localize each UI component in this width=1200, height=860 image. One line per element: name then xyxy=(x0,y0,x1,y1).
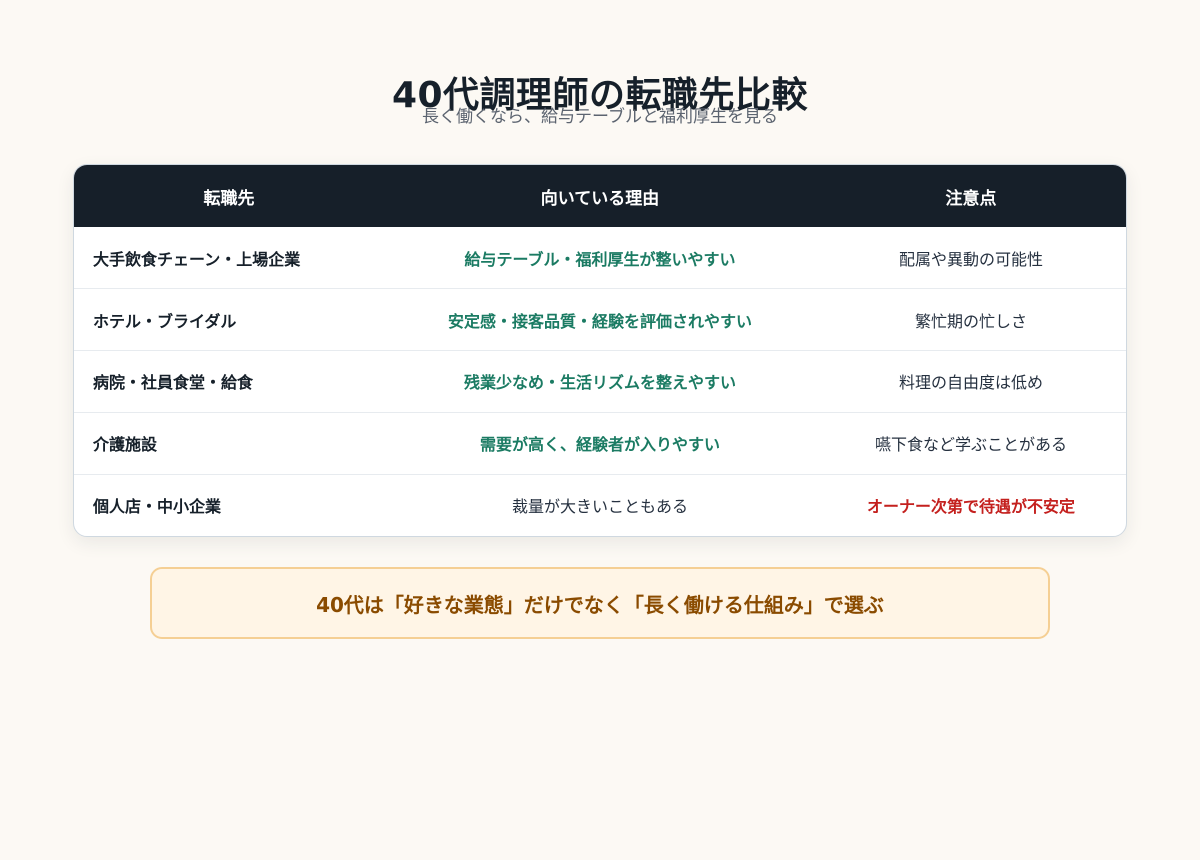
caution-cell: 配属や異動の可能性 xyxy=(898,249,1043,269)
reason-cell: 給与テーブル・福利厚生が整いやすい xyxy=(464,249,736,269)
reason-cell: 安定感・接客品質・経験を評価されやすい xyxy=(384,288,816,351)
caution-cell: 繁忙期の忙しさ xyxy=(816,288,1126,351)
column-header-caution: 注意点 xyxy=(945,188,997,209)
destination-cell: 個人店・中小企業 xyxy=(74,473,384,536)
destination-cell: 大手飲食チェーン・上場企業 xyxy=(93,249,301,269)
page-subtitle: 長く働くなら、給与テーブルと福利厚生を見る xyxy=(422,107,778,127)
table-row: 個人店・中小企業 裁量が大きいこともある オーナー次第で待遇が不安定 xyxy=(74,473,1126,536)
destination-cell: 病院・社員食堂・給食 xyxy=(74,350,384,413)
column-header-reason: 向いている理由 xyxy=(540,188,660,209)
reason-cell: 裁量が大きいこともある xyxy=(384,473,816,536)
table-row: ホテル・ブライダル 安定感・接客品質・経験を評価されやすい 繁忙期の忙しさ xyxy=(74,288,1126,351)
caution-cell: オーナー次第で待遇が不安定 xyxy=(816,473,1126,536)
destination-cell: 介護施設 xyxy=(74,411,384,475)
table-row: 介護施設 需要が高く、経験者が入りやすい 嚥下食など学ぶことがある xyxy=(74,411,1126,475)
column-header-destination: 転職先 xyxy=(203,188,255,209)
comparison-table-card: 転職先 向いている理由 注意点 大手飲食チェーン・上場企業 給与テーブル・福利厚… xyxy=(73,164,1127,537)
table-header: 転職先 向いている理由 注意点 xyxy=(74,165,1126,227)
caution-cell: 料理の自由度は低め xyxy=(816,350,1126,413)
table-row: 病院・社員食堂・給食 残業少なめ・生活リズムを整えやすい 料理の自由度は低め xyxy=(74,350,1126,413)
reason-cell: 残業少なめ・生活リズムを整えやすい xyxy=(384,350,816,413)
table-header-row: 転職先 向いている理由 注意点 xyxy=(74,165,1126,227)
table-body: 大手飲食チェーン・上場企業 給与テーブル・福利厚生が整いやすい 配属や異動の可能… xyxy=(74,227,1126,536)
destination-cell: ホテル・ブライダル xyxy=(74,288,384,351)
caution-cell: 嚥下食など学ぶことがある xyxy=(816,411,1126,475)
callout-box: 40代は「好きな業態」だけでなく「長く働ける仕組み」で選ぶ xyxy=(150,567,1050,639)
callout-text: 40代は「好きな業態」だけでなく「長く働ける仕組み」で選ぶ xyxy=(316,592,884,617)
reason-cell: 需要が高く、経験者が入りやすい xyxy=(384,411,816,475)
table-row: 大手飲食チェーン・上場企業 給与テーブル・福利厚生が整いやすい 配属や異動の可能… xyxy=(74,227,1126,289)
comparison-table: 転職先 向いている理由 注意点 大手飲食チェーン・上場企業 給与テーブル・福利厚… xyxy=(74,165,1126,536)
